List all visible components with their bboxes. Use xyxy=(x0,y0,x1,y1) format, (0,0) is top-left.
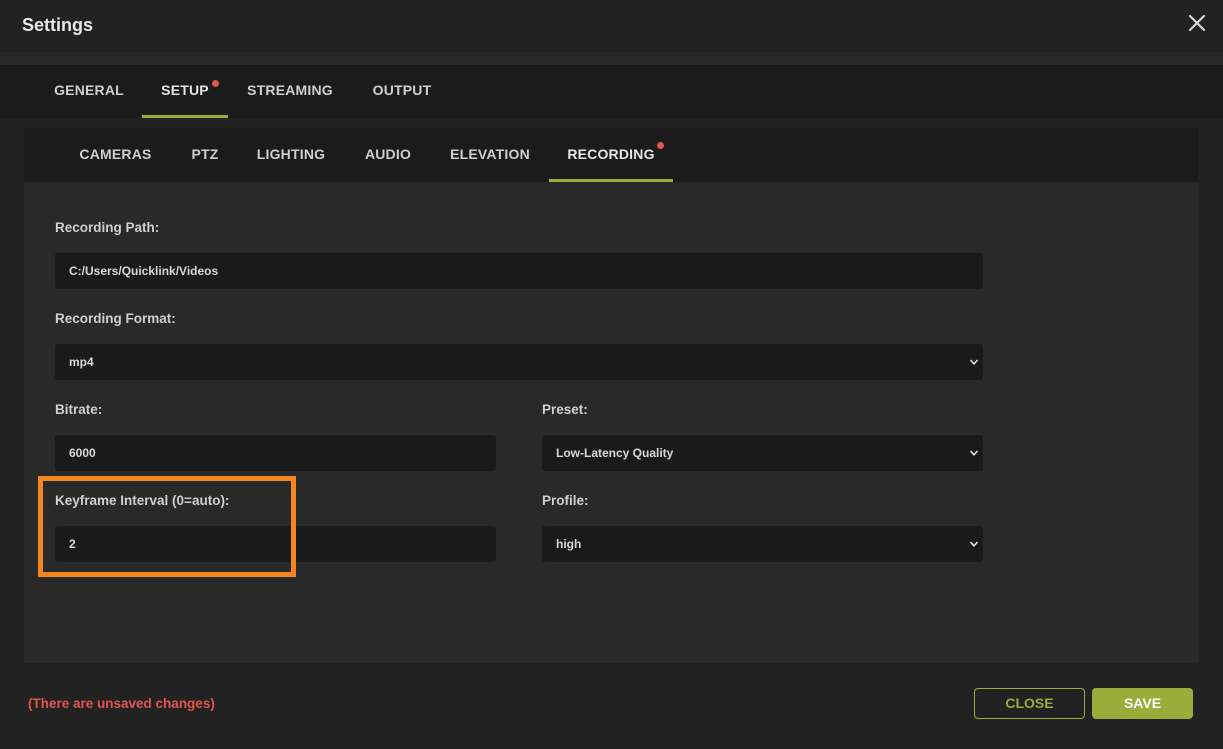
chevron-down-icon xyxy=(969,450,979,456)
tab-general[interactable]: GENERAL xyxy=(43,65,135,118)
tab-label: AUDIO xyxy=(364,146,412,162)
sub-tab-bar: CAMERAS PTZ LIGHTING AUDIO ELEVATION REC… xyxy=(24,128,1199,182)
profile-select[interactable]: high xyxy=(542,526,983,562)
divider xyxy=(0,52,1223,65)
chevron-down-icon xyxy=(969,359,979,365)
tab-elevation[interactable]: ELEVATION xyxy=(440,128,540,182)
unsaved-changes-notice: (There are unsaved changes) xyxy=(28,696,215,711)
tab-label: GENERAL xyxy=(54,82,124,98)
tab-label: CAMERAS xyxy=(79,146,152,162)
tab-output[interactable]: OUTPUT xyxy=(358,65,446,118)
settings-panel: CAMERAS PTZ LIGHTING AUDIO ELEVATION REC… xyxy=(24,128,1199,663)
tab-label: OUTPUT xyxy=(372,82,432,98)
profile-label: Profile: xyxy=(542,493,589,508)
main-tab-bar: GENERAL SETUP STREAMING OUTPUT xyxy=(0,65,1223,118)
profile-value: high xyxy=(556,537,582,551)
recording-format-value: mp4 xyxy=(69,355,94,369)
tab-ptz[interactable]: PTZ xyxy=(180,128,230,182)
tab-setup[interactable]: SETUP xyxy=(142,65,228,118)
bitrate-label: Bitrate: xyxy=(55,402,103,417)
dialog-title: Settings xyxy=(22,15,94,35)
recording-format-select[interactable]: mp4 xyxy=(55,344,983,380)
tab-label: SETUP xyxy=(161,82,209,98)
recording-path-input[interactable]: C:/Users/Quicklink/Videos xyxy=(55,253,983,289)
recording-path-label: Recording Path: xyxy=(55,220,160,235)
unsaved-dot-icon xyxy=(657,142,664,149)
close-icon[interactable] xyxy=(1185,11,1209,35)
title-bar: Settings xyxy=(0,0,1223,52)
tab-label: STREAMING xyxy=(247,82,333,98)
preset-select[interactable]: Low-Latency Quality xyxy=(542,435,983,471)
bitrate-value: 6000 xyxy=(69,446,96,460)
tab-label: ELEVATION xyxy=(450,146,530,162)
tab-recording[interactable]: RECORDING xyxy=(549,128,673,182)
unsaved-dot-icon xyxy=(212,80,219,87)
tab-audio[interactable]: AUDIO xyxy=(356,128,420,182)
chevron-down-icon xyxy=(969,541,979,547)
recording-format-label: Recording Format: xyxy=(55,311,176,326)
tab-label: RECORDING xyxy=(567,146,655,162)
keyframe-interval-value: 2 xyxy=(69,537,76,551)
preset-label: Preset: xyxy=(542,402,588,417)
bitrate-input[interactable]: 6000 xyxy=(55,435,496,471)
recording-path-value: C:/Users/Quicklink/Videos xyxy=(69,264,219,278)
tab-cameras[interactable]: CAMERAS xyxy=(68,128,163,182)
tab-label: PTZ xyxy=(191,146,219,162)
close-button[interactable]: CLOSE xyxy=(974,688,1085,719)
tab-streaming[interactable]: STREAMING xyxy=(236,65,344,118)
tab-lighting[interactable]: LIGHTING xyxy=(248,128,334,182)
tab-label: LIGHTING xyxy=(256,146,326,162)
preset-value: Low-Latency Quality xyxy=(556,446,674,460)
save-button[interactable]: SAVE xyxy=(1092,688,1193,719)
keyframe-interval-input[interactable]: 2 xyxy=(55,526,496,562)
keyframe-interval-label: Keyframe Interval (0=auto): xyxy=(55,493,230,508)
